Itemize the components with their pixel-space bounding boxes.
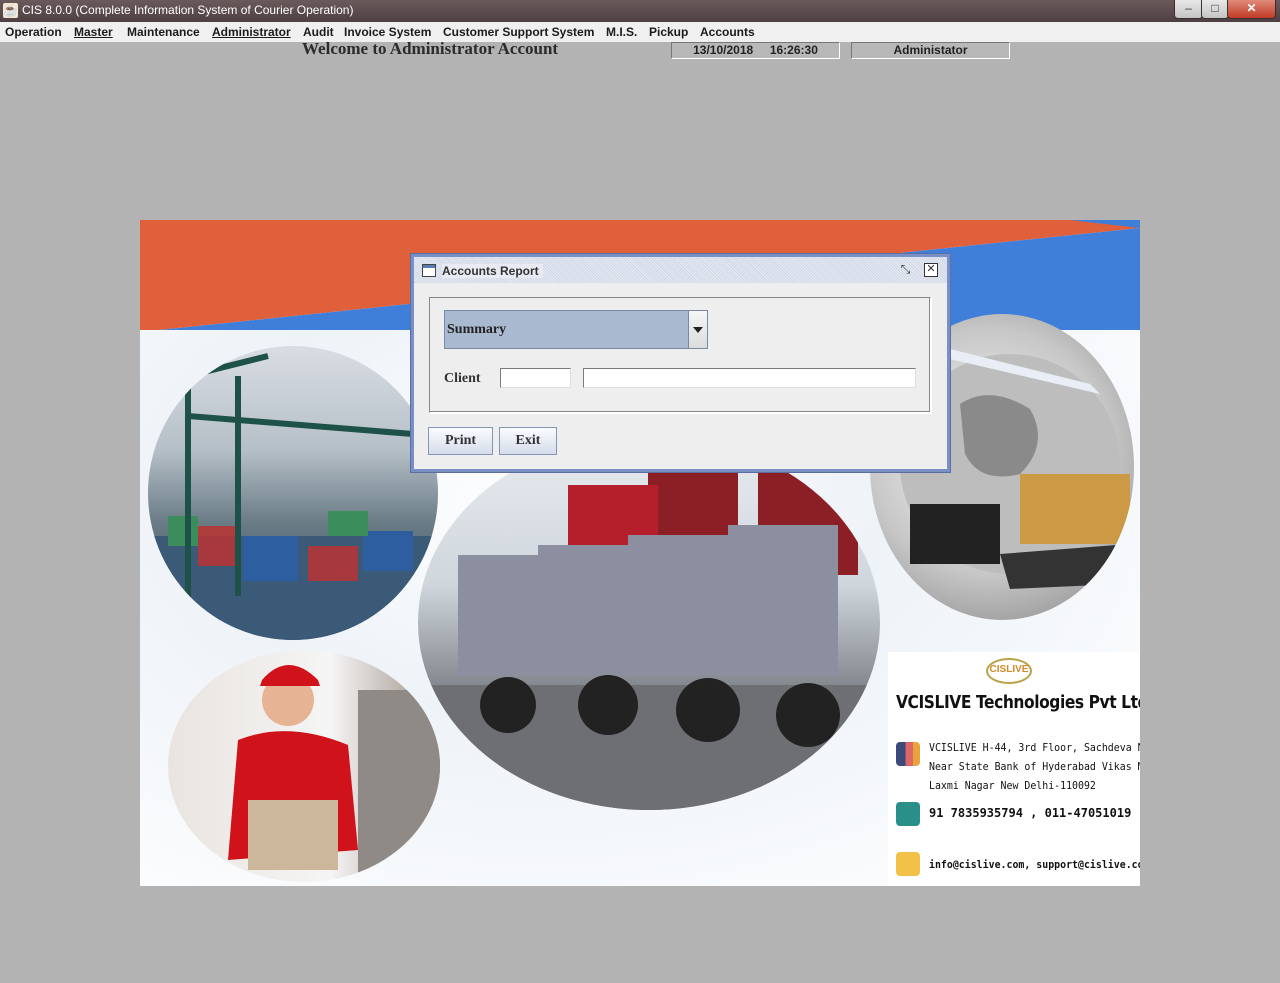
port-cranes-photo <box>148 346 438 640</box>
title-bar: ☕ CIS 8.0.0 (Complete Information System… <box>0 0 1280 22</box>
iconify-icon[interactable]: ⤡ <box>898 262 913 277</box>
welcome-heading: Welcome to Administrator Account <box>302 39 559 58</box>
window-title: CIS 8.0.0 (Complete Information System o… <box>22 3 354 17</box>
client-label: Client <box>444 371 481 386</box>
menu-maintenance[interactable]: Maintenance <box>127 25 200 39</box>
menu-accounts[interactable]: Accounts <box>700 25 755 39</box>
user-display: Administator <box>851 42 1010 59</box>
menu-administrator[interactable]: Administrator <box>212 25 291 39</box>
phone-icon <box>896 802 920 826</box>
menu-master[interactable]: Master <box>74 25 113 39</box>
dialog-title: Accounts Report <box>442 264 543 278</box>
client-name-input[interactable] <box>583 368 916 388</box>
menu-invoice-system[interactable]: Invoice System <box>344 25 431 39</box>
maximize-button[interactable]: □ <box>1201 0 1229 19</box>
company-name: VCISLIVE Technologies Pvt Ltd <box>896 692 1140 713</box>
dialog-title-bar[interactable]: Accounts Report ⤡ ✕ <box>414 257 947 283</box>
client-code-input[interactable] <box>500 368 571 388</box>
report-options-panel: Summary Client <box>429 297 931 413</box>
envelope-icon <box>896 852 920 876</box>
address-line: VCISLIVE H-44, 3rd Floor, Sachdeva Niwas <box>929 741 1140 754</box>
report-type-value: Summary <box>447 322 507 337</box>
company-info-card: CISLIVE VCISLIVE Technologies Pvt Ltd VC… <box>888 652 1140 886</box>
minimize-button[interactable]: – <box>1174 0 1203 19</box>
company-email: info@cislive.com, support@cislive.com <box>929 858 1140 871</box>
java-cup-icon: ☕ <box>3 3 18 18</box>
address-book-icon <box>896 742 920 766</box>
menu-audit[interactable]: Audit <box>303 25 334 39</box>
truck-fleet-photo <box>418 435 880 810</box>
report-type-select[interactable]: Summary <box>444 310 708 349</box>
close-button[interactable]: ✕ <box>1227 0 1276 19</box>
chevron-down-icon[interactable] <box>688 311 707 348</box>
accounts-report-dialog: Accounts Report ⤡ ✕ Summary Client Print… <box>411 254 950 472</box>
menu-operation[interactable]: Operation <box>5 25 62 39</box>
exit-button[interactable]: Exit <box>499 427 557 455</box>
menu-pickup[interactable]: Pickup <box>649 25 688 39</box>
print-button[interactable]: Print <box>428 427 493 455</box>
datetime-display: 13/10/2018 16:26:30 <box>671 42 840 59</box>
delivery-man-photo <box>168 650 440 882</box>
dialog-close-icon[interactable]: ✕ <box>924 263 938 277</box>
address-line: Near State Bank of Hyderabad Vikas Marg, <box>929 760 1140 773</box>
menu-mis[interactable]: M.I.S. <box>606 25 637 39</box>
menu-customer-support-system[interactable]: Customer Support System <box>443 25 594 39</box>
company-phone: 91 7835935794 , 011-47051019 <box>929 806 1132 820</box>
address-line: Laxmi Nagar New Delhi-110092 <box>929 779 1096 792</box>
menu-bar: Operation Master Maintenance Administrat… <box>0 22 1280 42</box>
window-icon <box>422 264 436 277</box>
company-logo: CISLIVE <box>986 658 1032 684</box>
company-address: VCISLIVE H-44, 3rd Floor, Sachdeva Niwas… <box>929 738 1140 795</box>
